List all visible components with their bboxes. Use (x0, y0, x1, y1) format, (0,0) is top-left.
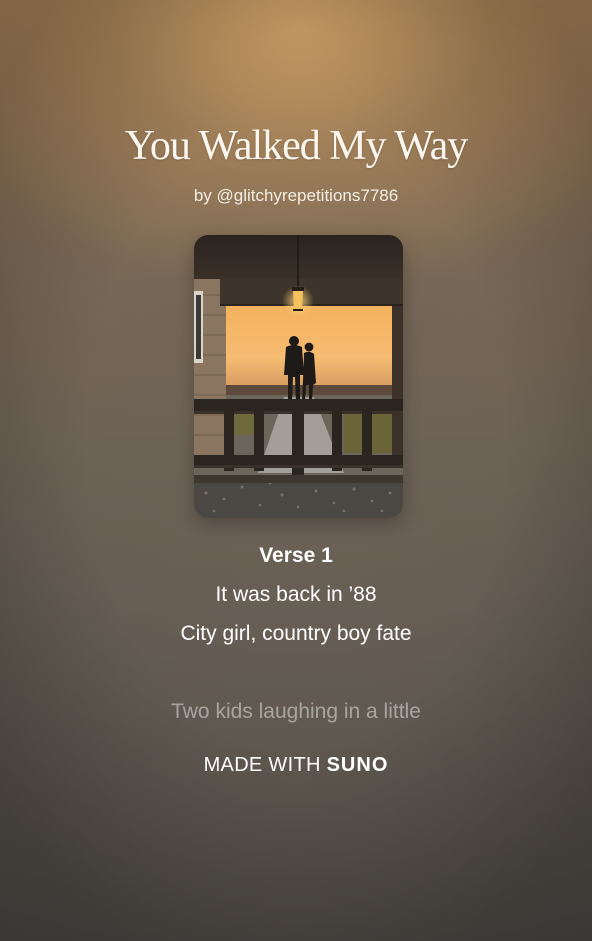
lyrics-section-label: Verse 1 (259, 544, 333, 567)
suno-logo-text: SUNO (326, 754, 389, 776)
made-with-suno-badge[interactable]: MADE WITH SUNO (0, 754, 592, 777)
upcoming-lyric-line: Two kids laughing in a little (171, 700, 421, 723)
artist-byline[interactable]: by @glitchyrepetitions7786 (0, 186, 592, 206)
cover-art (194, 235, 403, 518)
made-with-label: MADE WITH (203, 754, 321, 776)
lyric-line: It was back in ’88 (215, 583, 377, 606)
lyric-line: City girl, country boy fate (180, 622, 412, 645)
song-title: You Walked My Way (124, 123, 469, 169)
